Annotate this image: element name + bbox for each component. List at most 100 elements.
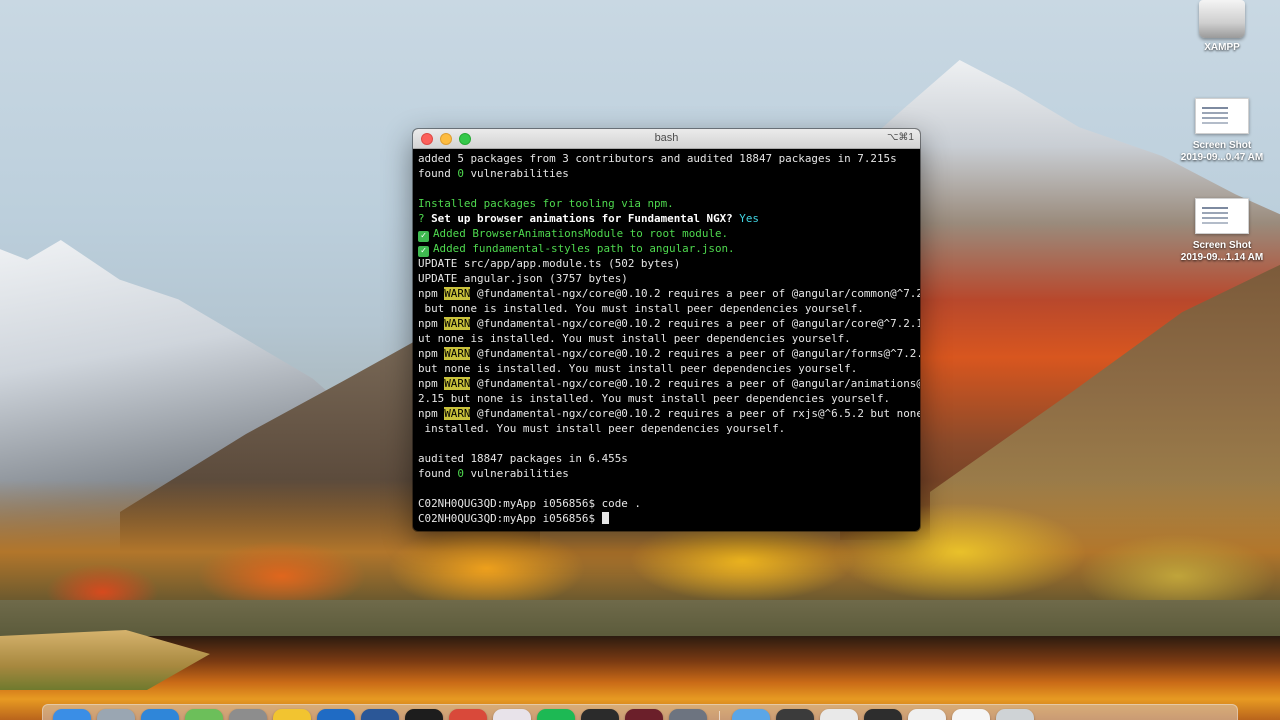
window-5-icon[interactable] — [952, 709, 990, 720]
terminal-text: npm — [418, 287, 445, 300]
terminal-line: added 5 packages from 3 contributors and… — [418, 151, 916, 166]
terminal-text: @fundamental-ngx/core@0.10.2 requires a … — [470, 287, 920, 300]
warn-badge: WARN — [444, 317, 471, 330]
terminal-text: C02NH0QUG3QD:myApp i056856$ — [418, 512, 602, 525]
screenshot-file-icon — [1195, 98, 1249, 134]
terminal-line: npm WARN @fundamental-ngx/core@0.10.2 re… — [418, 286, 920, 301]
terminal-titlebar[interactable]: bash ⌥⌘1 — [413, 129, 920, 149]
app-grey-icon[interactable] — [669, 709, 707, 720]
terminal-text: Installed packages for tooling via npm. — [418, 197, 674, 210]
desktop-icon-label: XAMPP — [1204, 42, 1240, 53]
terminal-text: npm — [418, 377, 445, 390]
terminal-cursor — [601, 512, 609, 524]
system-preferences-icon[interactable] — [229, 709, 267, 720]
trash-icon[interactable] — [996, 709, 1034, 720]
dock-separator — [719, 711, 720, 720]
terminal-text: npm — [418, 347, 445, 360]
terminal-line: npm WARN @fundamental-ngx/core@0.10.2 re… — [418, 406, 920, 421]
terminal-line: installed. You must install peer depende… — [418, 421, 916, 436]
terminal-text: found — [418, 467, 458, 480]
terminal-line: but none is installed. You must install … — [418, 301, 916, 316]
terminal-line: UPDATE src/app/app.module.ts (502 bytes) — [418, 256, 916, 271]
terminal-line: ✓ Added fundamental-styles path to angula… — [418, 241, 916, 257]
window-shortcut-label: ⌥⌘1 — [886, 132, 914, 143]
terminal-text: but none is installed. You must install … — [418, 302, 864, 315]
window-3-icon[interactable] — [864, 709, 902, 720]
terminal-text: @fundamental-ngx/core@0.10.2 requires a … — [470, 317, 920, 330]
terminal-text: Set up browser animations for Fundamenta… — [431, 212, 733, 225]
terminal-icon[interactable] — [405, 709, 443, 720]
launchpad-icon[interactable] — [97, 709, 135, 720]
terminal-line: npm WARN @fundamental-ngx/core@0.10.2 re… — [418, 316, 920, 331]
desktop-icon-screenshot-1[interactable]: Screen Shot 2019-09...0.47 AM — [1167, 98, 1277, 164]
spotify-icon[interactable] — [537, 709, 575, 720]
terminal-text: ? — [418, 212, 432, 225]
app-maroon-icon[interactable] — [625, 709, 663, 720]
dock — [42, 704, 1238, 720]
terminal-text: Added fundamental-styles path to angular… — [433, 242, 735, 255]
desktop-icon-label: Screen Shot 2019-09...1.14 AM — [1180, 240, 1264, 263]
finder-icon[interactable] — [53, 709, 91, 720]
terminal-text: @fundamental-ngx/core@0.10.2 requires a … — [470, 377, 920, 390]
screenshot-file-icon — [1195, 198, 1249, 234]
terminal-window[interactable]: bash ⌥⌘1 added 5 packages from 3 contrib… — [413, 129, 920, 531]
app-red-icon[interactable] — [449, 709, 487, 720]
terminal-line: 2.15 but none is installed. You must ins… — [418, 391, 916, 406]
terminal-text: npm — [418, 407, 445, 420]
terminal-line: Installed packages for tooling via npm. — [418, 196, 916, 211]
maps-icon[interactable] — [185, 709, 223, 720]
terminal-text: npm — [418, 317, 445, 330]
terminal-line: ut none is installed. You must install p… — [418, 331, 916, 346]
window-1-icon[interactable] — [776, 709, 814, 720]
terminal-text: UPDATE src/app/app.module.ts (502 bytes) — [418, 257, 681, 270]
terminal-text: UPDATE angular.json (3757 bytes) — [418, 272, 628, 285]
terminal-text: Added BrowserAnimationsModule to root mo… — [433, 227, 729, 240]
terminal-line: npm WARN @fundamental-ngx/core@0.10.2 re… — [418, 346, 920, 361]
terminal-line: C02NH0QUG3QD:myApp i056856$ — [418, 511, 916, 526]
terminal-text: vulnerabilities — [463, 167, 569, 180]
terminal-text: 2.15 but none is installed. You must ins… — [418, 392, 891, 405]
terminal-text: added 5 packages from 3 contributors and… — [418, 152, 897, 165]
desktop-icon-xampp[interactable]: XAMPP — [1167, 0, 1277, 54]
word-icon[interactable] — [361, 709, 399, 720]
terminal-line: UPDATE angular.json (3757 bytes) — [418, 271, 916, 286]
warn-badge: WARN — [444, 407, 471, 420]
terminal-output[interactable]: added 5 packages from 3 contributors and… — [413, 149, 920, 531]
window-2-icon[interactable] — [820, 709, 858, 720]
window-4-icon[interactable] — [908, 709, 946, 720]
terminal-line: npm WARN @fundamental-ngx/core@0.10.2 re… — [418, 376, 920, 391]
terminal-line: found 0 vulnerabilities — [418, 166, 916, 181]
wallpaper-shore — [0, 600, 1280, 640]
terminal-text: audited 18847 packages in 6.455s — [418, 452, 628, 465]
app-dark-icon[interactable] — [581, 709, 619, 720]
warn-badge: WARN — [444, 347, 471, 360]
terminal-text: but none is installed. You must install … — [418, 362, 858, 375]
terminal-text: ut none is installed. You must install p… — [418, 332, 851, 345]
terminal-text: installed. You must install peer depende… — [418, 422, 786, 435]
safari-icon[interactable] — [141, 709, 179, 720]
terminal-text: Yes — [732, 212, 759, 225]
terminal-text: vulnerabilities — [463, 467, 569, 480]
terminal-text: @fundamental-ngx/core@0.10.2 requires a … — [470, 407, 920, 420]
terminal-line: audited 18847 packages in 6.455s — [418, 451, 916, 466]
chrome-icon[interactable] — [273, 709, 311, 720]
folder-icon[interactable] — [732, 709, 770, 720]
warn-badge: WARN — [444, 287, 471, 300]
terminal-line: ? Set up browser animations for Fundamen… — [418, 211, 916, 226]
terminal-line: ✓ Added BrowserAnimationsModule to root m… — [418, 226, 916, 242]
terminal-text: found — [418, 167, 458, 180]
slack-icon[interactable] — [493, 709, 531, 720]
terminal-line: C02NH0QUG3QD:myApp i056856$ code . — [418, 496, 916, 511]
window-title: bash — [654, 132, 679, 144]
drive-icon — [1199, 0, 1245, 38]
terminal-text: C02NH0QUG3QD:myApp i056856$ code . — [418, 497, 641, 510]
desktop-icon-label: Screen Shot 2019-09...0.47 AM — [1180, 140, 1264, 163]
outlook-icon[interactable] — [317, 709, 355, 720]
terminal-text: @fundamental-ngx/core@0.10.2 requires a … — [470, 347, 920, 360]
warn-badge: WARN — [444, 377, 471, 390]
desktop-icon-screenshot-2[interactable]: Screen Shot 2019-09...1.14 AM — [1167, 198, 1277, 264]
terminal-line: found 0 vulnerabilities — [418, 466, 916, 481]
